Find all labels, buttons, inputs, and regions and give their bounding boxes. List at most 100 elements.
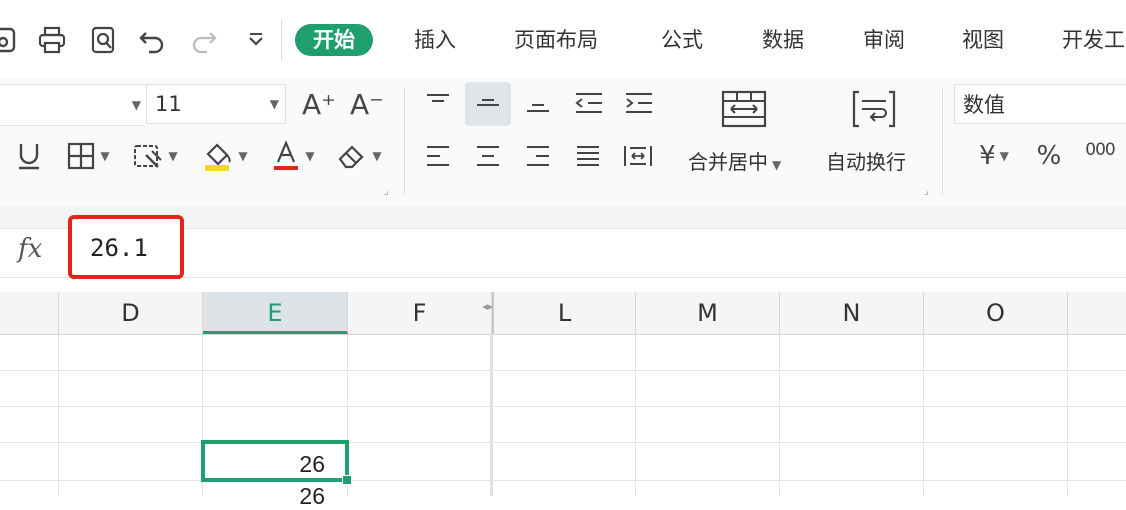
increase-indent-icon bbox=[626, 93, 652, 113]
print-preview-icon[interactable] bbox=[86, 22, 122, 58]
increase-font-icon: A⁺ bbox=[302, 87, 336, 121]
wrap-text-icon bbox=[852, 90, 896, 128]
align-left-icon bbox=[427, 146, 449, 166]
distributed-align-button[interactable] bbox=[618, 136, 658, 176]
grid-line bbox=[0, 442, 1126, 443]
border-button[interactable]: ▼ bbox=[58, 136, 118, 176]
align-bottom-button[interactable] bbox=[518, 82, 558, 124]
tab-view[interactable]: 视图 bbox=[962, 24, 1004, 56]
number-format-value: 数值 bbox=[963, 93, 1005, 117]
cell-e-next[interactable]: 26 bbox=[205, 483, 325, 510]
tab-home[interactable]: 开始 bbox=[295, 24, 373, 56]
align-middle-icon bbox=[477, 99, 499, 106]
align-right-icon bbox=[527, 146, 549, 166]
wrap-text-label[interactable]: 自动换行 bbox=[826, 146, 906, 175]
align-center-icon bbox=[477, 146, 499, 166]
tab-formulas[interactable]: 公式 bbox=[661, 24, 703, 56]
column-header-f[interactable]: F bbox=[348, 292, 492, 334]
grid-line bbox=[490, 334, 493, 496]
fx-icon[interactable]: fx bbox=[18, 234, 42, 264]
justify-button[interactable] bbox=[568, 136, 608, 176]
column-header-o[interactable]: O bbox=[924, 292, 1068, 334]
chevron-down-icon: ▼ bbox=[269, 97, 279, 111]
eraser-icon bbox=[338, 145, 364, 169]
decrease-font-icon: A⁻ bbox=[350, 87, 384, 121]
font-color-icon bbox=[274, 140, 299, 170]
align-middle-button[interactable] bbox=[465, 82, 511, 126]
dialog-launcher-icon[interactable]: ⌟ bbox=[924, 186, 929, 197]
increase-font-button[interactable]: A⁺ bbox=[300, 84, 338, 124]
percent-button[interactable]: % bbox=[1030, 136, 1068, 176]
chevron-down-icon: ▼ bbox=[772, 158, 782, 172]
tab-developer[interactable]: 开发工 bbox=[1062, 24, 1125, 56]
tab-insert[interactable]: 插入 bbox=[414, 24, 456, 56]
cell-style-button[interactable]: ▼ bbox=[126, 136, 184, 176]
chevron-down-icon: ▼ bbox=[100, 149, 110, 163]
undo-icon[interactable] bbox=[134, 22, 170, 58]
merge-center-text: 合并居中 bbox=[688, 150, 768, 174]
save-icon[interactable] bbox=[0, 22, 22, 58]
divider bbox=[281, 20, 282, 60]
selected-cell-border bbox=[201, 440, 349, 482]
increase-indent-button[interactable] bbox=[618, 82, 658, 124]
customize-dropdown-icon[interactable] bbox=[238, 22, 274, 58]
merge-cells-icon bbox=[721, 90, 767, 128]
fill-color-icon bbox=[205, 143, 232, 171]
merge-center-label[interactable]: 合并居中 ▼ bbox=[688, 146, 781, 175]
wrap-text-button[interactable] bbox=[846, 86, 902, 132]
align-bottom-icon bbox=[527, 104, 549, 112]
merge-center-button[interactable] bbox=[716, 86, 772, 132]
column-header-l[interactable]: L bbox=[492, 292, 636, 334]
underline-button[interactable] bbox=[12, 136, 46, 176]
fill-color-button[interactable]: ▼ bbox=[196, 136, 254, 176]
clear-format-button[interactable]: ▼ bbox=[330, 136, 388, 176]
align-center-button[interactable] bbox=[468, 136, 508, 176]
decrease-indent-icon bbox=[575, 93, 602, 113]
align-top-icon bbox=[427, 94, 449, 102]
redo-icon[interactable] bbox=[186, 22, 222, 58]
divider bbox=[404, 88, 405, 194]
chevron-down-icon: ▼ bbox=[372, 149, 382, 163]
grid-line bbox=[1067, 334, 1068, 496]
font-name-select[interactable]: ▼ bbox=[0, 84, 145, 126]
chevron-down-icon: ▼ bbox=[999, 149, 1009, 163]
grid-line bbox=[0, 480, 1126, 481]
grid-line bbox=[0, 406, 1126, 407]
column-header-m[interactable]: M bbox=[636, 292, 780, 334]
justify-icon bbox=[577, 146, 599, 166]
ribbon: ▼ 11 ▼ A⁺ A⁻ ▼ ▼ ▼ ▼ ▼ ⌟ 合并居中 ▼ 自动换行 ⌟ 数… bbox=[0, 78, 1126, 206]
print-icon[interactable] bbox=[34, 22, 70, 58]
thousands-separator-button[interactable]: 000 bbox=[1078, 136, 1122, 176]
decrease-indent-button[interactable] bbox=[568, 82, 608, 124]
grid-line bbox=[635, 334, 636, 496]
grid-line bbox=[0, 370, 1126, 371]
font-size-select[interactable]: 11 ▼ bbox=[146, 84, 286, 124]
number-format-select[interactable]: 数值 bbox=[954, 84, 1126, 124]
column-header-n[interactable]: N bbox=[780, 292, 924, 334]
currency-icon: ¥ bbox=[979, 141, 996, 171]
chevron-down-icon: ▼ bbox=[168, 149, 178, 163]
align-right-button[interactable] bbox=[518, 136, 558, 176]
cell-style-icon bbox=[134, 145, 163, 168]
distributed-align-icon bbox=[624, 146, 652, 166]
divider bbox=[942, 88, 943, 194]
tab-data[interactable]: 数据 bbox=[762, 24, 804, 56]
grid-line bbox=[779, 334, 780, 496]
tab-page-layout[interactable]: 页面布局 bbox=[514, 24, 598, 56]
thousands-separator-icon: 000 bbox=[1085, 140, 1115, 160]
currency-button[interactable]: ¥ ▼ bbox=[966, 136, 1022, 176]
decrease-font-button[interactable]: A⁻ bbox=[348, 84, 386, 124]
chevron-down-icon: ▼ bbox=[305, 149, 315, 163]
column-header-e[interactable]: E bbox=[203, 292, 348, 334]
tab-review[interactable]: 审阅 bbox=[863, 24, 905, 56]
dialog-launcher-icon[interactable]: ⌟ bbox=[384, 186, 389, 197]
column-header-d[interactable]: D bbox=[58, 292, 203, 334]
formula-input[interactable]: 26.1 bbox=[90, 234, 148, 262]
chevron-down-icon: ▼ bbox=[131, 98, 141, 112]
percent-icon: % bbox=[1036, 141, 1062, 171]
align-top-button[interactable] bbox=[418, 82, 458, 124]
align-left-button[interactable] bbox=[418, 136, 458, 176]
fill-handle[interactable] bbox=[342, 475, 352, 485]
font-color-button[interactable]: ▼ bbox=[264, 136, 322, 176]
font-size-value: 11 bbox=[155, 92, 182, 116]
